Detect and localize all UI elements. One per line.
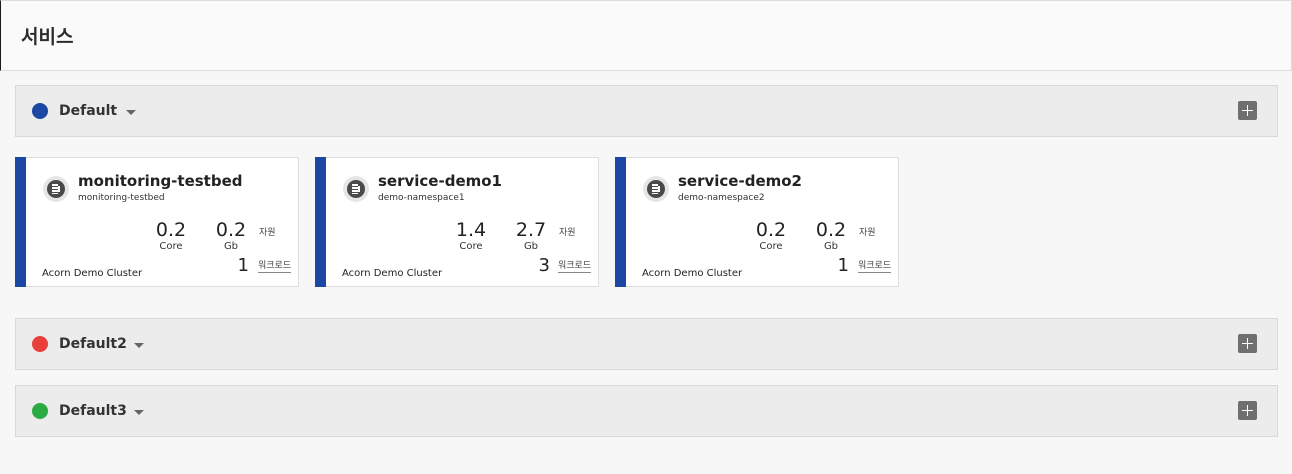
group-bar-default[interactable]: Default xyxy=(15,85,1278,137)
memory-metric: 0.2 Gb xyxy=(811,219,851,253)
service-name: service-demo2 xyxy=(678,172,802,190)
service-namespace: demo-namespace2 xyxy=(678,193,765,203)
resource-label: 자원 xyxy=(859,228,876,238)
core-value: 0.2 xyxy=(155,219,187,241)
memory-metric: 2.7 Gb xyxy=(511,219,551,253)
resource-label: 자원 xyxy=(559,228,576,238)
group-bar-default2[interactable]: Default2 xyxy=(15,318,1278,370)
group-name: Default3 xyxy=(59,403,127,419)
memory-value: 0.2 xyxy=(215,219,247,241)
service-namespace: monitoring-testbed xyxy=(78,193,165,203)
add-service-button[interactable] xyxy=(1238,101,1257,120)
memory-value: 2.7 xyxy=(515,219,547,241)
service-icon xyxy=(343,176,369,202)
card-color-stripe xyxy=(15,157,26,287)
service-icon xyxy=(43,176,69,202)
service-icon xyxy=(643,176,669,202)
core-unit: Core xyxy=(759,241,783,252)
group-color-dot xyxy=(32,103,48,119)
workload-count: 1 xyxy=(837,255,849,276)
page-header: 서비스 xyxy=(0,0,1292,71)
core-unit: Core xyxy=(459,241,483,252)
service-card[interactable]: service-demo2 demo-namespace2 0.2 Core 0… xyxy=(615,157,899,287)
memory-unit: Gb xyxy=(523,241,539,252)
cluster-name: Acorn Demo Cluster xyxy=(642,268,743,279)
service-namespace: demo-namespace1 xyxy=(378,193,465,203)
card-color-stripe xyxy=(615,157,626,287)
core-unit: Core xyxy=(159,241,183,252)
memory-value: 0.2 xyxy=(815,219,847,241)
cluster-name: Acorn Demo Cluster xyxy=(342,268,443,279)
core-metric: 0.2 Core xyxy=(151,219,191,253)
group-bar-default3[interactable]: Default3 xyxy=(15,385,1278,437)
page-title: 서비스 xyxy=(21,26,74,48)
add-service-button[interactable] xyxy=(1238,334,1257,353)
card-color-stripe xyxy=(315,157,326,287)
core-value: 1.4 xyxy=(455,219,487,241)
core-metric: 1.4 Core xyxy=(451,219,491,253)
workload-link[interactable]: 워크로드 xyxy=(858,261,892,273)
group-name: Default xyxy=(59,103,118,119)
workload-link[interactable]: 워크로드 xyxy=(558,261,592,273)
service-card[interactable]: monitoring-testbed monitoring-testbed 0.… xyxy=(15,157,299,287)
group-color-dot xyxy=(32,336,48,352)
group-name: Default2 xyxy=(59,336,127,352)
memory-unit: Gb xyxy=(823,241,839,252)
workload-count: 3 xyxy=(538,255,550,276)
service-name: monitoring-testbed xyxy=(78,172,243,190)
memory-unit: Gb xyxy=(223,241,239,252)
memory-metric: 0.2 Gb xyxy=(211,219,251,253)
core-metric: 0.2 Core xyxy=(751,219,791,253)
workload-link[interactable]: 워크로드 xyxy=(258,261,292,273)
workload-count: 1 xyxy=(237,255,249,276)
group-color-dot xyxy=(32,403,48,419)
cluster-name: Acorn Demo Cluster xyxy=(42,268,143,279)
chevron-down-icon[interactable] xyxy=(126,110,136,115)
service-card[interactable]: service-demo1 demo-namespace1 1.4 Core 2… xyxy=(315,157,599,287)
chevron-down-icon[interactable] xyxy=(134,343,144,348)
resource-label: 자원 xyxy=(259,228,276,238)
core-value: 0.2 xyxy=(755,219,787,241)
add-service-button[interactable] xyxy=(1238,401,1257,420)
chevron-down-icon[interactable] xyxy=(134,410,144,415)
service-name: service-demo1 xyxy=(378,172,502,190)
